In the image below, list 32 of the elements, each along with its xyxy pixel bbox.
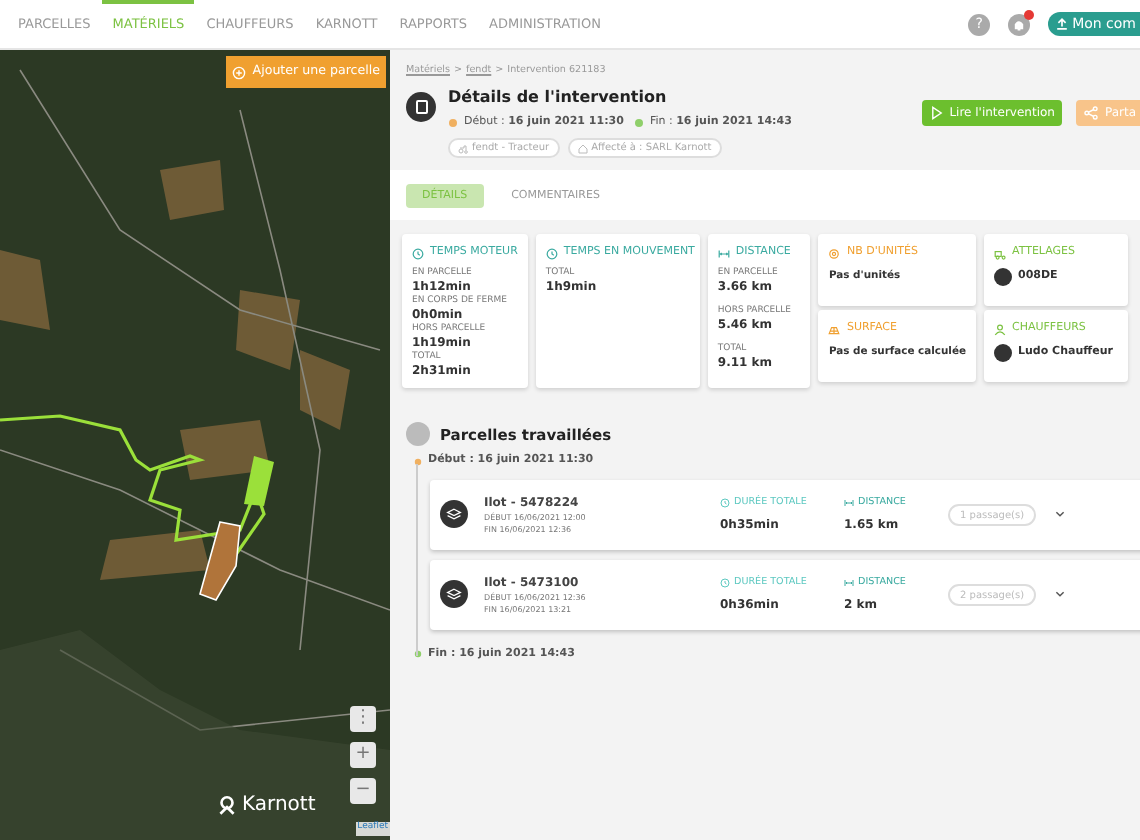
logo-icon [216,794,238,816]
distance-icon [844,497,854,508]
zoom-in-button[interactable]: + [350,742,376,768]
logo-text: Karnott [242,792,316,820]
play-icon [929,106,944,121]
share-icon [1084,106,1099,121]
intervention-title: Détails de l'intervention [448,86,669,111]
notification-button[interactable] [1008,13,1031,35]
clock-icon [720,497,730,508]
clock-icon [412,247,424,260]
distance-icon [844,577,854,588]
field-icon [828,323,841,336]
start-pin-icon [414,457,422,466]
clock-icon [545,247,558,260]
notification-badge [1024,9,1035,19]
plus-circle-icon [232,65,247,79]
end-pin-icon [633,117,644,128]
chevron-down-icon [1054,508,1067,521]
start-pin-icon [448,117,458,128]
chevron-down-icon [1054,588,1067,601]
more-button[interactable]: ⋮ [350,706,376,732]
avatar-icon [994,343,1012,362]
clock-icon [720,577,730,588]
person-icon [994,323,1006,336]
end-pin-icon [414,649,422,658]
zoom-out-button[interactable]: − [350,778,376,804]
upload-icon [1056,18,1069,30]
distance-icon [717,247,730,260]
bell-icon [1012,17,1027,31]
avatar-icon [994,267,1012,286]
clipboard-icon [406,92,436,123]
house-icon [577,143,588,154]
